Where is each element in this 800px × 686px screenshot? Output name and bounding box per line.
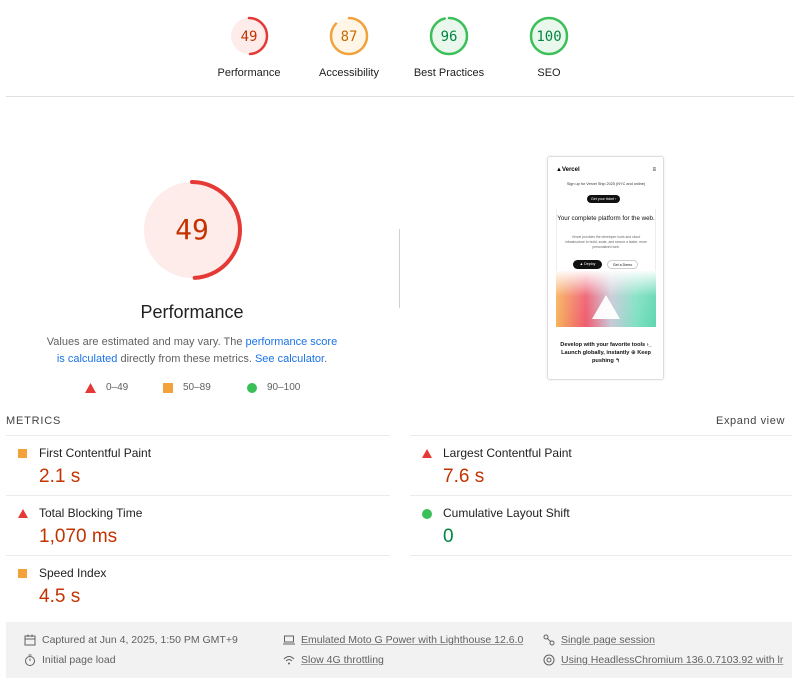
thumb-hero-title: Your complete platform for the web. — [557, 215, 655, 222]
calendar-icon — [24, 634, 36, 646]
timer-icon — [25, 654, 35, 666]
thumb-hero-subtitle: Vercel provides the developer tools and … — [565, 235, 647, 249]
thumb-ticket-button: Get your ticket › — [587, 195, 621, 203]
square-icon — [163, 382, 173, 393]
legend-range: 50–89 — [183, 382, 211, 393]
chrome-icon — [543, 654, 555, 666]
gauge-score: 100 — [536, 29, 561, 45]
wifi-icon — [283, 656, 295, 665]
metrics-heading: METRICS — [6, 415, 62, 427]
thumb-deploy-button: ▲ Deploy — [573, 260, 602, 269]
session-text[interactable]: Single page session — [561, 634, 655, 646]
performance-title: Performance — [140, 302, 244, 322]
browser-text[interactable]: Using HeadlessChromium 136.0.7103.92 wit… — [561, 654, 783, 666]
captured-at: Captured at Jun 4, 2025, 1:50 PM GMT+9 — [24, 634, 238, 646]
menu-icon: ≡ — [652, 166, 656, 173]
triangle-icon — [85, 382, 96, 393]
metric-name: Largest Contentful Paint — [443, 446, 572, 460]
metric-value: 4.5 s — [39, 586, 81, 607]
legend-range: 90–100 — [267, 382, 301, 393]
thumb-gradient-graphic — [556, 271, 656, 327]
device-text[interactable]: Emulated Moto G Power with Lighthouse 12… — [301, 634, 523, 646]
desc-text: . — [324, 353, 328, 365]
gauge-ring: 49 — [229, 16, 269, 56]
gauge-best-practices[interactable]: 96 Best Practices — [394, 16, 504, 79]
performance-gauge: 49 — [141, 179, 243, 286]
metric-name: First Contentful Paint — [39, 446, 152, 460]
gauge-performance[interactable]: 49 Performance — [194, 16, 304, 79]
laptop-icon — [283, 635, 295, 645]
gauge-label: Best Practices — [413, 67, 485, 79]
vercel-logo: ▲Vercel — [556, 166, 580, 173]
metric-largest-contentful-paint[interactable]: Largest Contentful Paint 7.6 s — [410, 436, 780, 496]
legend-average: 50–89 — [163, 382, 211, 393]
score-legend: 0–49 50–89 90–100 — [0, 382, 384, 396]
vertical-divider — [399, 229, 400, 308]
metric-first-contentful-paint[interactable]: First Contentful Paint 2.1 s — [6, 436, 376, 496]
metric-name: Total Blocking Time — [39, 506, 143, 520]
desc-text: directly from these metrics. — [117, 353, 255, 365]
score-gauges: 49 Performance 87 Accessibility 96 Best … — [0, 0, 800, 97]
metric-total-blocking-time[interactable]: Total Blocking Time 1,070 ms — [6, 496, 376, 556]
square-icon — [18, 449, 27, 458]
gauge-seo[interactable]: 100 SEO — [494, 16, 604, 79]
metric-name: Speed Index — [39, 566, 107, 580]
throttling-text[interactable]: Slow 4G throttling — [301, 654, 384, 666]
performance-description: Values are estimated and may vary. The p… — [42, 334, 342, 368]
initial-load-text: Initial page load — [42, 654, 116, 666]
single-page-session[interactable]: Single page session — [543, 634, 655, 646]
browser-info[interactable]: Using HeadlessChromium 136.0.7103.92 wit… — [543, 654, 783, 666]
gauge-accessibility[interactable]: 87 Accessibility — [294, 16, 404, 79]
legend-pass: 90–100 — [247, 382, 300, 393]
circle-icon — [247, 382, 257, 393]
divider — [6, 96, 794, 97]
metric-value: 0 — [443, 526, 454, 547]
gauge-ring: 96 — [429, 16, 469, 56]
device-emulation[interactable]: Emulated Moto G Power with Lighthouse 12… — [283, 634, 523, 646]
nodes-icon — [543, 634, 555, 646]
thumb-demo-button: Get a Demo — [607, 260, 638, 269]
gauge-score: 49 — [241, 29, 258, 45]
final-screenshot[interactable]: ▲Vercel ≡ Sign up for Vercel Ship 2025 (… — [547, 156, 664, 380]
see-calculator-link[interactable]: See calculator — [255, 353, 324, 365]
desc-text: Values are estimated and may vary. The — [46, 336, 246, 348]
gauge-ring: 100 — [529, 16, 569, 56]
triangle-icon — [422, 449, 432, 458]
runtime-settings: Captured at Jun 4, 2025, 1:50 PM GMT+9 I… — [6, 622, 792, 678]
thumb-footer-text: Develop with your favorite tools ›_ Laun… — [560, 342, 652, 364]
metric-value: 7.6 s — [443, 466, 485, 487]
legend-fail: 0–49 — [85, 382, 128, 393]
gauge-label: SEO — [537, 67, 561, 79]
gauge-label: Performance — [217, 67, 281, 79]
gauge-score: 96 — [441, 29, 458, 45]
captured-text: Captured at Jun 4, 2025, 1:50 PM GMT+9 — [42, 634, 238, 646]
circle-icon — [422, 509, 432, 519]
thumb-announcement: Sign up for Vercel Ship 2025 (NYC and on… — [566, 182, 646, 186]
network-throttling[interactable]: Slow 4G throttling — [283, 654, 384, 666]
gauge-ring: 87 — [329, 16, 369, 56]
gauge-label: Accessibility — [319, 67, 379, 79]
gauge-score: 87 — [341, 29, 358, 45]
performance-score: 49 — [175, 213, 209, 246]
metric-speed-index[interactable]: Speed Index 4.5 s — [6, 556, 376, 616]
metric-value: 1,070 ms — [39, 526, 118, 547]
square-icon — [18, 569, 27, 578]
metric-cumulative-layout-shift[interactable]: Cumulative Layout Shift 0 — [410, 496, 780, 556]
metric-name: Cumulative Layout Shift — [443, 506, 570, 520]
triangle-icon — [18, 509, 28, 518]
legend-range: 0–49 — [106, 382, 129, 393]
expand-view-toggle[interactable]: Expand view — [716, 415, 785, 427]
thumb-navbar: ▲Vercel ≡ — [556, 165, 656, 174]
initial-page-load: Initial page load — [24, 654, 116, 666]
metric-value: 2.1 s — [39, 466, 81, 487]
